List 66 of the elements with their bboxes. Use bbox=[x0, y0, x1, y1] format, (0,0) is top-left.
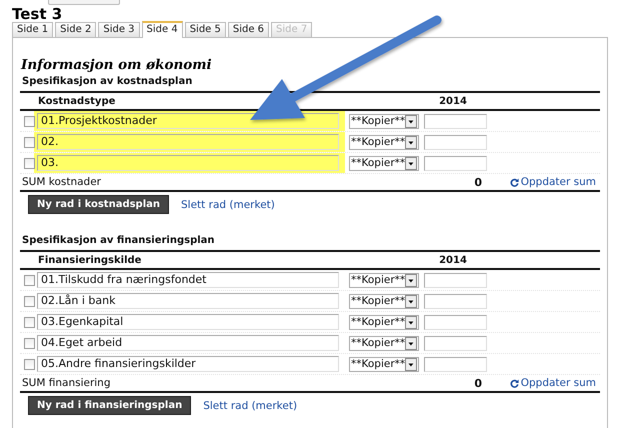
copy-dropdown[interactable]: **Kopier** bbox=[349, 272, 419, 288]
section-title: Spesifikasjon av kostnadsplan bbox=[21, 76, 194, 89]
tab[interactable]: Side 5 bbox=[184, 22, 226, 37]
label-field[interactable]: 05.Andre finansieringskilder bbox=[37, 356, 339, 372]
amount-field[interactable] bbox=[424, 314, 487, 330]
sum-value: 0 bbox=[473, 376, 483, 390]
update-sum-link[interactable]: Oppdater sum bbox=[520, 377, 596, 389]
column-header: 2014 bbox=[438, 254, 468, 266]
amount-field[interactable] bbox=[424, 134, 487, 150]
sum-label: SUM kostnader bbox=[21, 176, 102, 188]
caret-icon bbox=[405, 136, 417, 148]
row-checkbox[interactable] bbox=[24, 136, 35, 148]
delete-row-link[interactable]: Slett rad (merket) bbox=[181, 198, 275, 210]
label-field[interactable]: 01.Prosjektkostnader bbox=[37, 113, 339, 129]
amount-field[interactable] bbox=[424, 294, 487, 308]
row-checkbox[interactable] bbox=[24, 116, 35, 126]
copy-dropdown[interactable]: **Kopier** bbox=[349, 336, 419, 350]
column-header: 2014 bbox=[438, 96, 468, 106]
row-checkbox[interactable] bbox=[24, 274, 35, 286]
form-heading: Informasjon om økonomi bbox=[21, 57, 213, 73]
caret-icon bbox=[405, 294, 417, 308]
label-field[interactable]: 03.Egenkapital bbox=[37, 314, 339, 330]
page-title: Test 3 bbox=[12, 4, 62, 22]
amount-field[interactable] bbox=[424, 272, 487, 288]
copy-dropdown[interactable]: **Kopier** bbox=[349, 156, 419, 170]
caret-icon bbox=[405, 358, 417, 370]
label-field[interactable]: 02.Lån i bank bbox=[37, 293, 339, 309]
label-field[interactable]: 04.Eget arbeid bbox=[37, 335, 339, 351]
label-field[interactable]: 03. bbox=[37, 155, 339, 171]
add-row-button[interactable]: Ny rad i kostnadsplan bbox=[28, 195, 170, 214]
label-field[interactable]: 02. bbox=[37, 134, 339, 150]
amount-field[interactable] bbox=[424, 156, 487, 170]
tab[interactable]: Side 1 bbox=[12, 22, 54, 37]
add-row-button[interactable]: Ny rad i finansieringsplan bbox=[28, 396, 192, 415]
row-checkbox[interactable] bbox=[24, 158, 35, 168]
copy-dropdown[interactable]: **Kopier** bbox=[349, 134, 419, 150]
sum-value: 0 bbox=[473, 176, 483, 188]
refresh-icon bbox=[510, 378, 519, 388]
row-checkbox[interactable] bbox=[24, 296, 35, 306]
caret-icon bbox=[405, 274, 417, 286]
column-header: Finansieringskilde bbox=[37, 254, 142, 266]
caret-icon bbox=[405, 336, 417, 350]
sum-label: SUM finansiering bbox=[21, 377, 112, 389]
tab[interactable]: Side 2 bbox=[55, 22, 96, 37]
row-checkbox[interactable] bbox=[24, 358, 35, 370]
amount-field[interactable] bbox=[424, 336, 487, 350]
section-title: Spesifikasjon av finansieringsplan bbox=[21, 235, 216, 248]
tab[interactable]: Side 4 bbox=[142, 21, 183, 38]
update-sum-link[interactable]: Oppdater sum bbox=[520, 176, 596, 188]
copy-dropdown[interactable]: **Kopier** bbox=[349, 356, 419, 372]
row-checkbox[interactable] bbox=[24, 316, 35, 328]
copy-dropdown[interactable]: **Kopier** bbox=[349, 294, 419, 308]
row-checkbox[interactable] bbox=[24, 338, 35, 348]
label-field[interactable]: 01.Tilskudd fra næringsfondet bbox=[37, 272, 339, 288]
amount-field[interactable] bbox=[424, 356, 487, 372]
amount-field[interactable] bbox=[424, 114, 487, 128]
tab[interactable]: Side 6 bbox=[228, 22, 270, 37]
caret-icon bbox=[405, 316, 417, 328]
tab[interactable]: Side 3 bbox=[98, 22, 140, 37]
caret-icon bbox=[405, 156, 417, 170]
delete-row-link[interactable]: Slett rad (merket) bbox=[203, 400, 298, 412]
caret-icon bbox=[405, 114, 417, 128]
copy-dropdown[interactable]: **Kopier** bbox=[349, 114, 419, 128]
refresh-icon bbox=[510, 178, 519, 186]
copy-dropdown[interactable]: **Kopier** bbox=[349, 314, 419, 330]
column-header: Kostnadstype bbox=[37, 96, 116, 106]
